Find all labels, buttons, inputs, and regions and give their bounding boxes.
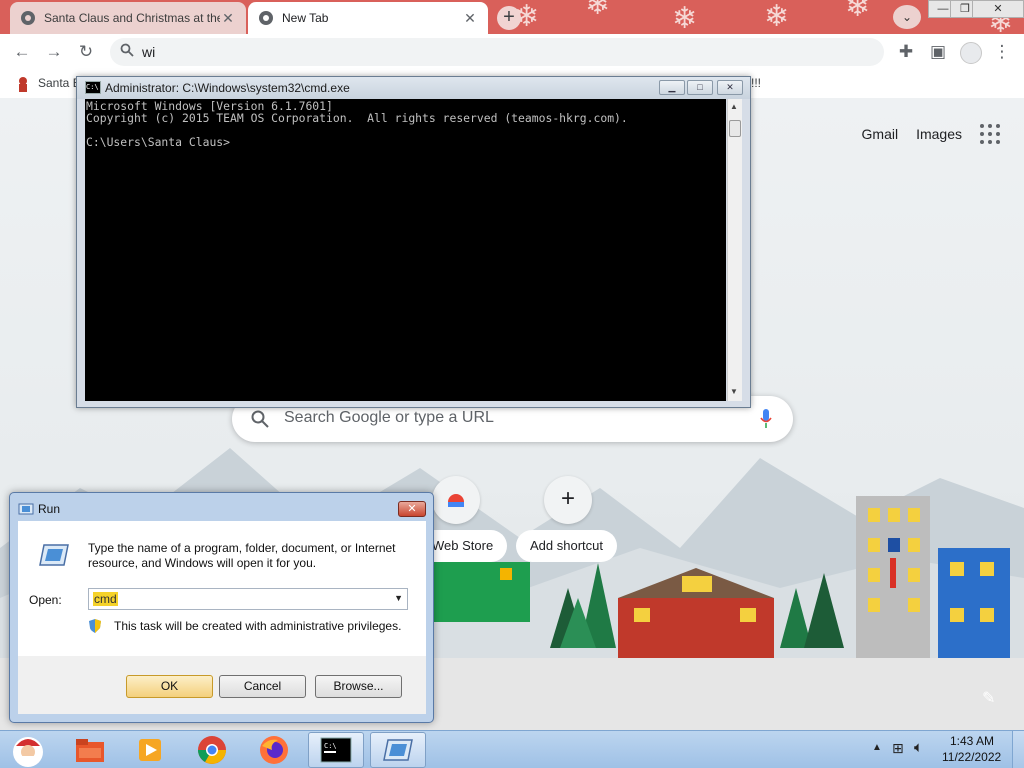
scroll-up-arrow-icon[interactable]: ▲ xyxy=(730,102,738,111)
more-menu-icon[interactable]: ⋮ xyxy=(990,40,1014,64)
snowflake-decoration: ❄ xyxy=(845,0,871,24)
close-tab-icon[interactable]: ✕ xyxy=(462,10,478,27)
taskbar-run[interactable] xyxy=(370,732,426,768)
clock-date[interactable]: 11/22/2022 xyxy=(942,750,1001,764)
cmd-window-title: Administrator: C:\Windows\system32\cmd.e… xyxy=(105,81,350,95)
browser-toolbar: ← → ↻ ✚ ▣ ⋮ xyxy=(0,34,1024,70)
dropdown-arrow-icon[interactable]: ▼ xyxy=(394,593,403,603)
cmd-close-button[interactable]: ✕ xyxy=(717,80,743,95)
folder-icon xyxy=(76,739,104,762)
bookmark-santa[interactable]: Santa B xyxy=(38,76,81,90)
search-icon xyxy=(120,43,134,57)
svg-text:C:\: C:\ xyxy=(324,742,337,750)
network-icon[interactable]: ⊞ xyxy=(892,740,904,757)
run-dialog-body: Type the name of a program, folder, docu… xyxy=(18,521,426,656)
forward-button[interactable]: → xyxy=(42,40,66,64)
volume-icon[interactable]: 🔈︎ xyxy=(914,739,923,756)
open-input-value[interactable]: cmd xyxy=(93,592,118,606)
taskbar-chrome[interactable] xyxy=(184,732,240,768)
clock-time[interactable]: 1:43 AM xyxy=(950,734,994,748)
run-button-bar: OK Cancel Browse... xyxy=(18,656,426,714)
close-window-button[interactable]: ✕ xyxy=(972,0,1024,18)
extensions-puzzle-icon[interactable]: ✚ xyxy=(894,40,918,64)
reload-button[interactable]: ↻ xyxy=(74,40,98,64)
snowflake-decoration: ❄ xyxy=(764,0,790,34)
uac-shield-icon xyxy=(89,619,101,633)
cmd-maximize-button[interactable]: □ xyxy=(687,80,713,95)
cmd-window[interactable]: C:\ Administrator: C:\Windows\system32\c… xyxy=(76,76,751,408)
tab-strip: ❄ ❄ ❄ ❄ ❄ ❄ Santa Claus and Christmas at… xyxy=(0,0,1024,34)
media-player-icon xyxy=(139,739,161,761)
windows-taskbar: C:\ ▲ ⊞ 🔈︎ 1:43 AM 11/22/2022 xyxy=(0,730,1024,768)
run-close-button[interactable]: ✕ xyxy=(398,501,426,517)
run-description: Type the name of a program, folder, docu… xyxy=(88,541,396,570)
firefox-icon xyxy=(260,736,288,764)
run-program-icon xyxy=(39,544,69,566)
run-app-icon xyxy=(18,503,34,515)
gmail-link[interactable]: Gmail xyxy=(862,126,899,142)
snowflake-decoration: ❄ xyxy=(585,0,611,22)
images-link[interactable]: Images xyxy=(916,126,962,142)
address-input[interactable] xyxy=(142,38,842,66)
taskbar-firefox[interactable] xyxy=(246,732,302,768)
tab-title: New Tab xyxy=(282,11,329,25)
google-apps-icon[interactable] xyxy=(980,124,1000,144)
chrome-icon xyxy=(198,736,226,764)
microphone-icon[interactable] xyxy=(759,408,773,430)
open-label: Open: xyxy=(29,593,62,607)
santa-favicon xyxy=(19,77,27,92)
taskbar-file-explorer[interactable] xyxy=(62,732,118,768)
cmd-app-icon: C:\ xyxy=(85,81,101,94)
tab-title: Santa Claus and Christmas at the xyxy=(44,11,220,25)
new-tab-button[interactable]: + xyxy=(497,6,521,30)
taskbar-cmd[interactable]: C:\ xyxy=(308,732,364,768)
side-panel-icon[interactable]: ▣ xyxy=(926,40,950,64)
console-line: Copyright (c) 2015 TEAM OS Corporation. … xyxy=(86,111,628,125)
customize-pencil-icon[interactable]: ✎ xyxy=(982,688,1002,708)
cmd-icon: C:\ xyxy=(320,737,352,763)
console-prompt-line: C:\Users\Santa Claus> xyxy=(86,135,231,149)
top-right-links: Gmail Images xyxy=(862,124,1000,144)
chrome-icon xyxy=(259,11,273,25)
cmd-console-output[interactable]: Microsoft Windows [Version 6.1.7601] Copy… xyxy=(85,99,726,401)
scroll-down-arrow-icon[interactable]: ▼ xyxy=(730,387,738,396)
open-combobox[interactable]: cmd ▼ xyxy=(88,588,408,610)
snowflake-decoration: ❄ xyxy=(672,1,698,34)
profile-avatar[interactable] xyxy=(960,42,982,64)
cmd-minimize-button[interactable]: ▁ xyxy=(659,80,685,95)
start-button[interactable] xyxy=(0,732,56,768)
close-tab-icon[interactable]: ✕ xyxy=(220,10,236,27)
cancel-button[interactable]: Cancel xyxy=(219,675,306,698)
santa-start-orb-icon xyxy=(13,737,43,767)
show-desktop-button[interactable] xyxy=(1012,731,1024,768)
tab-new-tab[interactable]: New Tab ✕ xyxy=(248,2,488,34)
run-icon xyxy=(383,739,413,761)
run-dialog-title: Run xyxy=(38,502,61,516)
address-bar[interactable] xyxy=(110,38,884,66)
cmd-vertical-scrollbar[interactable]: ▲ ▼ xyxy=(727,99,742,401)
search-icon xyxy=(251,410,269,428)
search-placeholder: Search Google or type a URL xyxy=(284,409,494,426)
tab-santa-claus[interactable]: Santa Claus and Christmas at the ✕ xyxy=(10,2,246,34)
scroll-thumb[interactable] xyxy=(729,120,741,137)
show-hidden-icons-icon[interactable]: ▲ xyxy=(872,742,882,753)
christmas-village-illustration xyxy=(434,496,1010,658)
cmd-titlebar[interactable]: C:\ Administrator: C:\Windows\system32\c… xyxy=(77,77,750,99)
bookmark-overflow[interactable]: !!! xyxy=(751,76,761,90)
browse-button[interactable]: Browse... xyxy=(315,675,402,698)
globe-icon xyxy=(21,11,35,25)
tab-search-button[interactable]: ⌄ xyxy=(893,5,921,29)
ok-button[interactable]: OK xyxy=(126,675,213,698)
back-button[interactable]: ← xyxy=(10,40,34,64)
admin-privileges-note: This task will be created with administr… xyxy=(114,619,402,633)
run-dialog[interactable]: Run ✕ Type the name of a program, folder… xyxy=(9,492,434,723)
taskbar-media-player[interactable] xyxy=(122,732,178,768)
